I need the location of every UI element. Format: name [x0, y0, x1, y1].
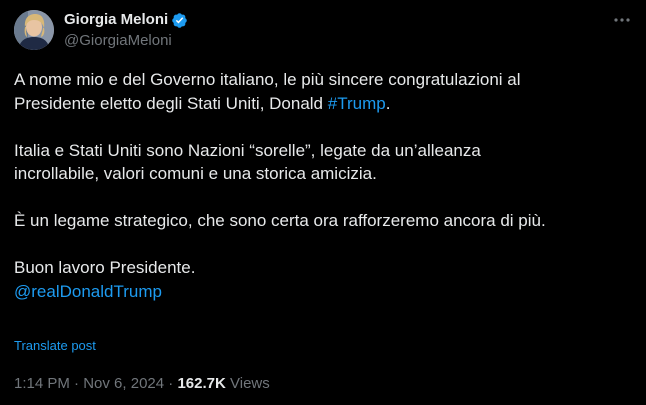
- handle[interactable]: @GiorgiaMeloni: [64, 31, 188, 51]
- post-card: Giorgia Meloni @GiorgiaMeloni A nome mio…: [0, 0, 646, 405]
- author-block: Giorgia Meloni @GiorgiaMeloni: [64, 10, 188, 51]
- post-line: È un legame strategico, che sono certa o…: [14, 211, 546, 230]
- avatar[interactable]: [14, 10, 54, 50]
- post-meta: 1:14 PM · Nov 6, 2024 · 162.7K Views: [14, 374, 270, 394]
- post-time[interactable]: 1:14 PM: [14, 375, 70, 392]
- mention-link[interactable]: @realDonaldTrump: [14, 280, 634, 304]
- post-line: Italia e Stati Uniti sono Nazioni “sorel…: [14, 140, 481, 160]
- post-line: incrollabile, valori comuni e una storic…: [14, 164, 377, 183]
- post-line: Presidente eletto degli Stati Uniti, Don…: [14, 92, 634, 116]
- more-horizontal-icon[interactable]: [612, 10, 632, 30]
- avatar-image: [14, 10, 54, 50]
- separator-dot: ·: [74, 375, 84, 392]
- name-row: Giorgia Meloni: [64, 10, 188, 30]
- post-line: Buon lavoro Presidente.: [14, 258, 196, 277]
- post-text: A nome mio e del Governo italiano, le pi…: [14, 68, 634, 303]
- views-label: Views: [230, 375, 270, 392]
- post-line-text: Presidente eletto degli Stati Uniti, Don…: [14, 93, 328, 113]
- views-count: 162.7K: [177, 375, 226, 392]
- post-line-end: .: [385, 93, 391, 113]
- hashtag-link[interactable]: #Trump: [328, 94, 386, 113]
- verified-badge-icon[interactable]: [171, 12, 188, 29]
- translate-post-link[interactable]: Translate post: [14, 338, 96, 354]
- post-line: A nome mio e del Governo italiano, le pi…: [14, 70, 521, 89]
- display-name[interactable]: Giorgia Meloni: [64, 10, 168, 30]
- post-date[interactable]: Nov 6, 2024: [83, 375, 164, 392]
